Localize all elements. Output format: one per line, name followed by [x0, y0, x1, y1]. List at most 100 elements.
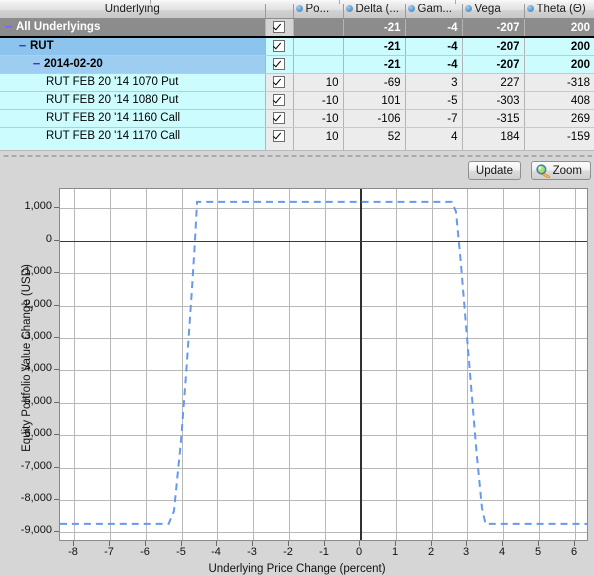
series-equity-portfolio-value-change: [60, 200, 587, 525]
y-axis-tick-mark: [54, 337, 59, 338]
x-axis-tick-label: -4: [211, 546, 221, 558]
cell-checkbox[interactable]: [265, 109, 294, 128]
row-checkbox[interactable]: [273, 94, 285, 107]
table-row[interactable]: RUT FEB 20 '14 1160 Call -10 -106 -7 -315 269: [0, 109, 594, 128]
cell-underlying[interactable]: RUT FEB 20 '14 1070 Put: [0, 73, 266, 92]
x-axis-tick-label: 5: [534, 546, 542, 558]
x-axis-tick-label: -8: [68, 546, 78, 558]
cell-underlying-label: All Underlyings: [16, 21, 101, 34]
cell-underlying[interactable]: RUT FEB 20 '14 1170 Call: [0, 127, 266, 146]
tab-segment-1[interactable]: [0, 0, 151, 4]
splitter-grip-dots: [2, 155, 592, 157]
zoom-button-label: Zoom: [552, 165, 582, 177]
sort-dot-icon: [526, 5, 534, 13]
y-axis-tick-mark: [54, 240, 59, 241]
column-header-underlying-label: Underlying: [104, 3, 160, 16]
table-body: − All Underlyings -21 -4 -207 200− RUT -21 -4 -20…: [0, 18, 594, 146]
row-checkbox[interactable]: [273, 76, 285, 89]
y-axis-tick-label: -9,000: [20, 524, 52, 536]
cell-position: [293, 18, 344, 38]
row-checkbox[interactable]: [273, 112, 285, 125]
zoom-button[interactable]: Zoom: [530, 161, 591, 180]
cell-theta: 200: [524, 18, 594, 38]
cell-underlying-label: RUT FEB 20 '14 1170 Call: [46, 130, 181, 143]
tab-segment-4[interactable]: [456, 0, 594, 4]
y-axis-tick-mark: [54, 207, 59, 208]
row-checkbox[interactable]: [273, 58, 285, 71]
cell-theta: 200: [524, 55, 594, 74]
cell-vega: -207: [462, 37, 525, 56]
cell-underlying[interactable]: − RUT: [0, 37, 266, 56]
y-axis-tick-mark: [54, 531, 59, 532]
cell-underlying[interactable]: RUT FEB 20 '14 1080 Put: [0, 91, 266, 110]
y-axis-tick-mark: [54, 402, 59, 403]
cell-underlying-label: RUT FEB 20 '14 1070 Put: [46, 76, 179, 89]
x-axis-tick-label: -6: [140, 546, 150, 558]
x-axis-title: Underlying Price Change (percent): [208, 563, 386, 575]
table-row[interactable]: RUT FEB 20 '14 1080 Put -10 101 -5 -303 408: [0, 91, 594, 110]
table-row[interactable]: − All Underlyings -21 -4 -207 200: [0, 18, 594, 38]
cell-checkbox[interactable]: [265, 18, 294, 38]
cell-delta: -69: [343, 73, 406, 92]
column-header-gamma-label: Gam...: [417, 3, 453, 16]
cell-theta: -159: [524, 127, 594, 146]
y-axis-tick-mark: [54, 305, 59, 306]
x-axis-tick-label: -3: [247, 546, 257, 558]
portfolio-table-panel: Underlying Po... Delta (... Gam... Vega …: [0, 0, 594, 150]
cell-underlying-label: RUT FEB 20 '14 1160 Call: [46, 112, 181, 125]
cell-underlying-label: 2014-02-20: [44, 58, 103, 71]
x-axis-tick-label: -7: [104, 546, 114, 558]
payoff-chart: -8 -7 -6 -5 -4 -3 -2 -1 0 1 2 3 4 5 6 1,000 0 -1,000 -2,00…: [0, 182, 594, 576]
cell-vega: -207: [462, 55, 525, 74]
y-axis-tick-mark: [54, 272, 59, 273]
cell-theta: -318: [524, 73, 594, 92]
cell-gamma: 4: [405, 127, 463, 146]
cell-vega: -207: [462, 18, 525, 38]
tab-segment-2[interactable]: [151, 0, 340, 4]
cell-checkbox[interactable]: [265, 73, 294, 92]
cell-theta: 269: [524, 109, 594, 128]
y-axis-tick-mark: [54, 369, 59, 370]
table-row[interactable]: − RUT -21 -4 -207 200: [0, 37, 594, 56]
cell-delta: -21: [343, 55, 406, 74]
y-axis-tick-mark: [54, 434, 59, 435]
sort-dot-icon: [295, 5, 303, 13]
table-row[interactable]: −2014-02-20 -21 -4 -207 200: [0, 55, 594, 74]
x-axis-tick-label: 0: [355, 546, 363, 558]
update-button[interactable]: Update: [467, 161, 521, 180]
row-checkbox[interactable]: [273, 21, 285, 34]
cell-vega: -315: [462, 109, 525, 128]
cell-vega: -303: [462, 91, 525, 110]
cell-delta: 101: [343, 91, 406, 110]
row-checkbox[interactable]: [273, 130, 285, 143]
cell-delta: -21: [343, 37, 406, 56]
x-axis-tick-label: -5: [176, 546, 186, 558]
cell-checkbox[interactable]: [265, 55, 294, 74]
tree-collapse-icon[interactable]: −: [18, 39, 27, 52]
chart-plot-area[interactable]: [59, 188, 588, 541]
x-axis-tick-label: 2: [427, 546, 435, 558]
cell-underlying[interactable]: RUT FEB 20 '14 1160 Call: [0, 109, 266, 128]
table-row[interactable]: RUT FEB 20 '14 1170 Call 10 52 4 184 -159: [0, 127, 594, 146]
cell-underlying[interactable]: − All Underlyings: [0, 18, 266, 38]
tree-collapse-icon[interactable]: −: [4, 20, 13, 33]
cell-checkbox[interactable]: [265, 91, 294, 110]
cell-theta: 200: [524, 37, 594, 56]
cell-underlying[interactable]: −2014-02-20: [0, 55, 266, 74]
cell-checkbox[interactable]: [265, 127, 294, 146]
table-row[interactable]: RUT FEB 20 '14 1070 Put 10 -69 3 227 -318: [0, 73, 594, 92]
positions-table: Underlying Po... Delta (... Gam... Vega …: [0, 0, 594, 146]
tab-segment-3[interactable]: [340, 0, 456, 4]
cell-gamma: -4: [405, 37, 463, 56]
x-axis-tick-label: -2: [283, 546, 293, 558]
row-checkbox[interactable]: [273, 40, 285, 53]
tree-collapse-icon[interactable]: −: [32, 57, 41, 70]
x-axis-tick-label: 4: [498, 546, 506, 558]
cell-position: [293, 55, 344, 74]
y-axis-tick-mark: [54, 499, 59, 500]
cell-position: -10: [293, 91, 344, 110]
cell-checkbox[interactable]: [265, 37, 294, 56]
cell-gamma: -5: [405, 91, 463, 110]
cell-underlying-label: RUT FEB 20 '14 1080 Put: [46, 94, 179, 107]
cell-vega: 227: [462, 73, 525, 92]
